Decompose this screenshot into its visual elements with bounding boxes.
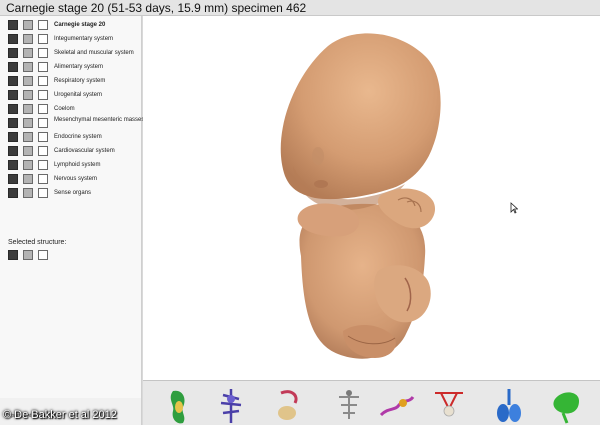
- layer-label: Nervous system: [54, 176, 98, 182]
- layer-row-lymphoid[interactable]: Lymphoid system: [8, 160, 142, 172]
- layer-row-sense-organs[interactable]: Sense organs: [8, 188, 142, 200]
- layer-toggle-solid[interactable]: [8, 132, 18, 142]
- layer-toggle-hidden[interactable]: [38, 188, 48, 198]
- layer-row-carnegie-stage[interactable]: Carnegie stage 20: [8, 20, 142, 32]
- skeleton-thumb-icon[interactable]: [331, 385, 367, 425]
- layer-label: Carnegie stage 20: [54, 22, 106, 28]
- heart-thumb-icon[interactable]: [431, 385, 467, 425]
- layer-label: Cardiovascular system: [54, 148, 115, 154]
- layer-row-cardiovascular[interactable]: Cardiovascular system: [8, 146, 142, 158]
- layer-toggle-transparent[interactable]: [23, 20, 33, 30]
- layer-label: Endocrine system: [54, 134, 102, 140]
- layer-label: Respiratory system: [54, 78, 106, 84]
- layer-toggle-solid[interactable]: [8, 104, 18, 114]
- selected-toggle-solid[interactable]: [8, 250, 18, 260]
- urogenital-thumb-icon[interactable]: [271, 385, 307, 425]
- layer-toggle-transparent[interactable]: [23, 62, 33, 72]
- layer-toggle-hidden[interactable]: [38, 76, 48, 86]
- mouse-cursor-icon: [510, 202, 518, 214]
- layer-toggle-hidden[interactable]: [38, 20, 48, 30]
- layer-toggle-hidden[interactable]: [38, 132, 48, 142]
- layer-row-coelom[interactable]: Coelom: [8, 104, 142, 116]
- layer-toggle-transparent[interactable]: [23, 90, 33, 100]
- layer-label: Coelom: [54, 106, 75, 112]
- layer-toggle-solid[interactable]: [8, 174, 18, 184]
- layer-toggle-solid[interactable]: [8, 48, 18, 58]
- layer-toggle-hidden[interactable]: [38, 104, 48, 114]
- layer-row-alimentary[interactable]: Alimentary system: [8, 62, 142, 74]
- vascular-thumb-icon[interactable]: [379, 385, 415, 425]
- layer-sidebar: Carnegie stage 20 Integumentary system S…: [0, 16, 144, 398]
- layer-label: Lymphoid system: [54, 162, 101, 168]
- embryo-3d-model[interactable]: [143, 16, 600, 380]
- credit-watermark: © De Bakker et al 2012: [3, 409, 117, 421]
- 3d-viewport[interactable]: [143, 16, 600, 380]
- selected-structure-row[interactable]: [8, 250, 142, 262]
- layer-toggle-solid[interactable]: [8, 34, 18, 44]
- alimentary-thumb-icon[interactable]: [161, 385, 197, 425]
- layer-toggle-solid[interactable]: [8, 146, 18, 156]
- layer-toggle-transparent[interactable]: [23, 48, 33, 58]
- layer-row-skeletal-muscular[interactable]: Skeletal and muscular system: [8, 48, 142, 60]
- layer-row-integumentary[interactable]: Integumentary system: [8, 34, 142, 46]
- layer-label: Skeletal and muscular system: [54, 50, 134, 56]
- layer-toggle-transparent[interactable]: [23, 76, 33, 86]
- respiratory-thumb-icon[interactable]: [491, 385, 527, 425]
- layer-toggle-hidden[interactable]: [38, 146, 48, 156]
- layer-label: Integumentary system: [54, 36, 114, 42]
- layer-row-endocrine[interactable]: Endocrine system: [8, 132, 142, 144]
- layer-label: Alimentary system: [54, 64, 104, 70]
- layer-toggle-transparent[interactable]: [23, 146, 33, 156]
- layer-toggle-transparent[interactable]: [23, 104, 33, 114]
- layer-toggle-solid[interactable]: [8, 20, 18, 30]
- layer-toggle-solid[interactable]: [8, 160, 18, 170]
- layer-toggle-transparent[interactable]: [23, 174, 33, 184]
- layer-toggle-hidden[interactable]: [38, 34, 48, 44]
- layer-toggle-hidden[interactable]: [38, 62, 48, 72]
- layer-label: Sense organs: [54, 190, 92, 196]
- layer-toggle-transparent[interactable]: [23, 160, 33, 170]
- layer-toggle-transparent[interactable]: [23, 118, 33, 128]
- selected-structure-label: Selected structure:: [8, 239, 67, 246]
- nervous-thumb-icon[interactable]: [213, 385, 249, 425]
- layer-toggle-hidden[interactable]: [38, 160, 48, 170]
- layer-toggle-solid[interactable]: [8, 188, 18, 198]
- layer-row-nervous[interactable]: Nervous system: [8, 174, 142, 186]
- layer-toggle-solid[interactable]: [8, 90, 18, 100]
- selected-toggle-transparent[interactable]: [23, 250, 33, 260]
- layer-toggle-transparent[interactable]: [23, 34, 33, 44]
- layer-toggle-solid[interactable]: [8, 118, 18, 128]
- system-thumbnail-strip: [143, 380, 600, 425]
- liver-thumb-icon[interactable]: [549, 385, 585, 425]
- layer-toggle-hidden[interactable]: [38, 118, 48, 128]
- selected-toggle-hidden[interactable]: [38, 250, 48, 260]
- window-title: Carnegie stage 20 (51-53 days, 15.9 mm) …: [6, 1, 307, 15]
- layer-label: Urogenital system: [54, 92, 103, 98]
- layer-row-urogenital[interactable]: Urogenital system: [8, 90, 142, 102]
- layer-toggle-transparent[interactable]: [23, 132, 33, 142]
- layer-row-respiratory[interactable]: Respiratory system: [8, 76, 142, 88]
- layer-toggle-transparent[interactable]: [23, 188, 33, 198]
- layer-toggle-solid[interactable]: [8, 62, 18, 72]
- layer-toggle-hidden[interactable]: [38, 90, 48, 100]
- layer-toggle-solid[interactable]: [8, 76, 18, 86]
- layer-toggle-hidden[interactable]: [38, 174, 48, 184]
- layer-toggle-hidden[interactable]: [38, 48, 48, 58]
- title-bar: Carnegie stage 20 (51-53 days, 15.9 mm) …: [0, 0, 600, 16]
- layer-label: Mesenchymal mesenteric masses: [54, 117, 145, 123]
- layer-row-mesenchymal[interactable]: Mesenchymal mesenteric masses: [8, 117, 144, 130]
